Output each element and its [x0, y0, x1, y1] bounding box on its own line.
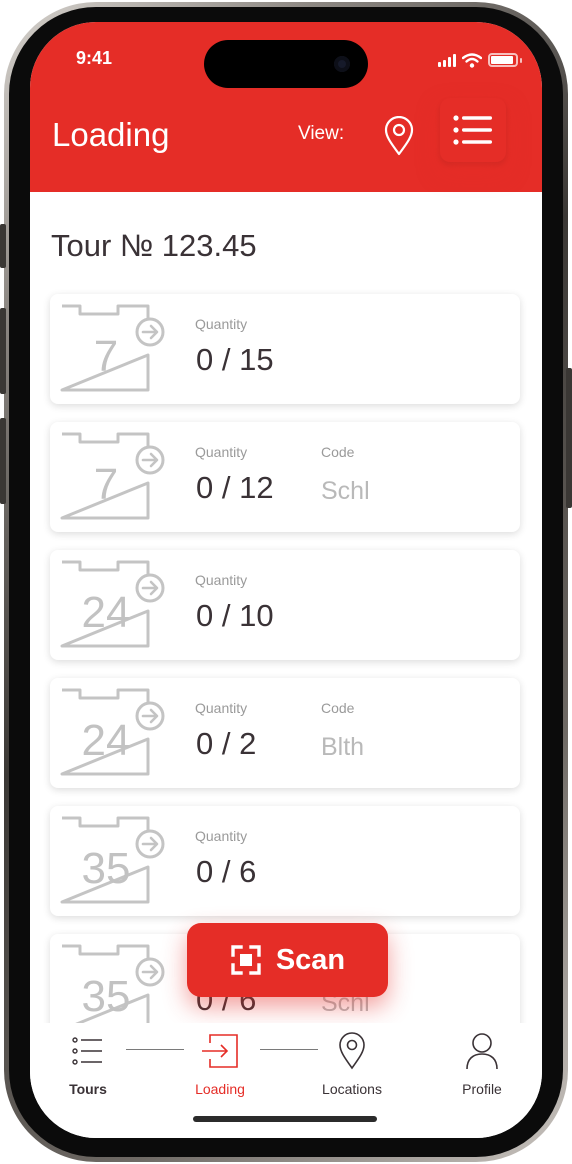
code-value: Blth [321, 733, 365, 761]
quantity-value: 0 / 6 [196, 854, 257, 889]
tab-connector [260, 1049, 318, 1050]
location-pin-icon [384, 115, 414, 156]
quantity-label: Quantity [195, 316, 248, 332]
map-view-button[interactable] [382, 115, 416, 156]
quantity-value: 0 / 10 [196, 598, 274, 633]
dynamic-island [204, 40, 368, 88]
scan-icon [231, 945, 261, 975]
battery-cap [520, 57, 522, 63]
tours-list-icon [72, 1037, 102, 1065]
view-label: View: [298, 123, 345, 144]
action-button [0, 224, 6, 268]
user-icon [466, 1033, 498, 1070]
scan-button[interactable]: Scan [187, 923, 388, 997]
tour-item-card[interactable]: 7 Quantity 0 / 12 Code Schl [50, 422, 520, 532]
tab-label: Tours [69, 1081, 107, 1097]
wifi-icon [462, 52, 482, 68]
volume-down-button [0, 418, 6, 504]
quantity-value: 0 / 12 [196, 470, 274, 505]
list-view-button[interactable] [440, 98, 506, 162]
tour-item-card[interactable]: 35 Quantity 0 / 6 [50, 806, 520, 916]
quantity-value: 0 / 2 [196, 726, 257, 761]
status-time: 9:41 [76, 48, 113, 68]
loading-icon [202, 1034, 238, 1068]
app-header: 9:41 Loading View: [30, 22, 542, 192]
volume-up-button [0, 308, 6, 394]
quantity-value: 0 / 15 [196, 342, 274, 377]
tour-item-card[interactable]: 7 Quantity 0 / 15 [50, 294, 520, 404]
quantity-label: Quantity [195, 444, 248, 460]
camera-icon [334, 56, 350, 72]
code-label: Code [321, 700, 355, 716]
tour-item-card[interactable]: 24 Quantity 0 / 2 Code Blth [50, 678, 520, 788]
battery-icon [488, 53, 518, 67]
slot-number: 24 [81, 588, 131, 637]
tab-connector [126, 1049, 184, 1050]
tour-title: Tour № 123.45 [51, 228, 257, 263]
slot-number: 24 [81, 716, 131, 765]
tour-item-card[interactable]: 24 Quantity 0 / 10 [50, 550, 520, 660]
power-button [566, 368, 572, 508]
home-indicator [193, 1116, 377, 1122]
page-title: Loading [52, 116, 170, 153]
slot-number: 35 [81, 844, 131, 893]
quantity-label: Quantity [195, 828, 248, 844]
app-screen: 9:41 Loading View: Tour № 123.45 7 Quant… [30, 22, 542, 1138]
status-icons [438, 52, 522, 68]
code-label: Code [321, 444, 355, 460]
slot-number: 7 [93, 332, 119, 381]
slot-number: 35 [81, 972, 131, 1021]
tab-label: Loading [195, 1081, 245, 1097]
signal-icon [438, 53, 456, 67]
quantity-label: Quantity [195, 700, 248, 716]
tab-label: Profile [462, 1081, 502, 1097]
quantity-label: Quantity [195, 572, 248, 588]
list-icon [453, 115, 492, 145]
tab-label: Locations [322, 1081, 382, 1097]
slot-number: 7 [93, 460, 119, 509]
scan-label: Scan [275, 943, 346, 976]
code-value: Schl [321, 477, 370, 505]
location-pin-icon [339, 1032, 365, 1070]
